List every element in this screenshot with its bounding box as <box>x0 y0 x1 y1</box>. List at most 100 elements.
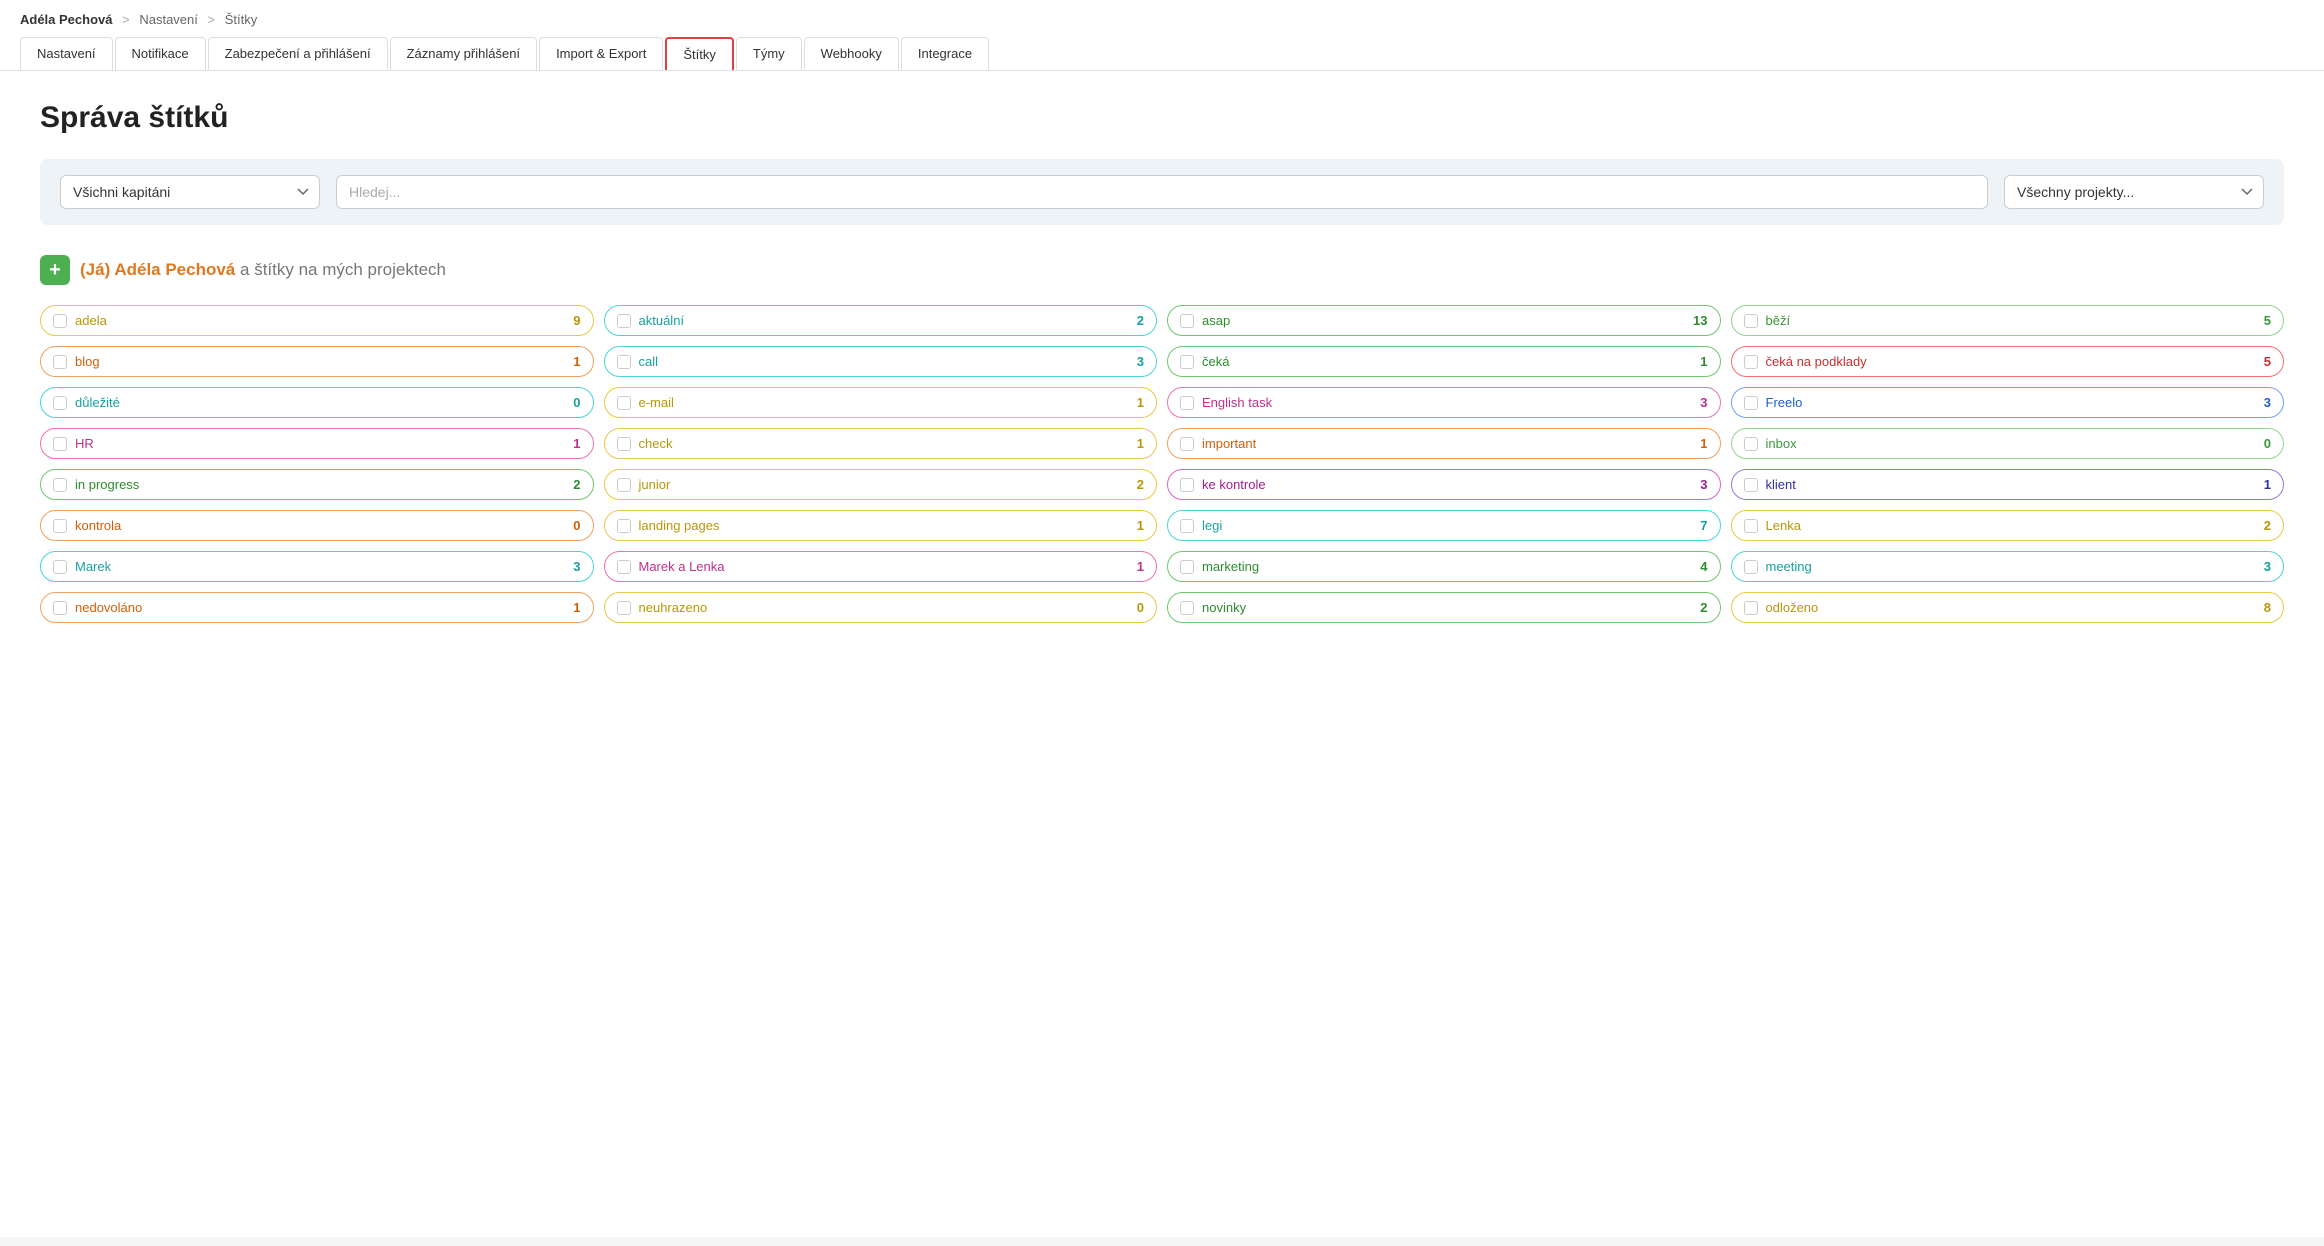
label-item[interactable]: adela9 <box>40 305 594 336</box>
breadcrumb-link1[interactable]: Nastavení <box>139 12 198 27</box>
label-checkbox[interactable] <box>1744 314 1758 328</box>
tab-notifikace[interactable]: Notifikace <box>115 37 206 70</box>
label-item[interactable]: legi7 <box>1167 510 1721 541</box>
label-name: landing pages <box>639 518 720 533</box>
label-item[interactable]: inbox0 <box>1731 428 2285 459</box>
label-checkbox[interactable] <box>53 519 67 533</box>
label-left: aktuální <box>617 313 685 328</box>
label-name: aktuální <box>639 313 685 328</box>
label-name: Marek a Lenka <box>639 559 725 574</box>
label-item[interactable]: blog1 <box>40 346 594 377</box>
captain-select[interactable]: Všichni kapitáni <box>60 175 320 209</box>
label-checkbox[interactable] <box>1180 437 1194 451</box>
label-checkbox[interactable] <box>617 519 631 533</box>
label-item[interactable]: čeká1 <box>1167 346 1721 377</box>
tab-týmy[interactable]: Týmy <box>736 37 802 70</box>
label-checkbox[interactable] <box>1180 478 1194 492</box>
label-checkbox[interactable] <box>617 355 631 369</box>
label-item[interactable]: Marek a Lenka1 <box>604 551 1158 582</box>
label-checkbox[interactable] <box>1180 396 1194 410</box>
label-name: novinky <box>1202 600 1246 615</box>
label-item[interactable]: HR 1 <box>40 428 594 459</box>
tab-import-&-export[interactable]: Import & Export <box>539 37 663 70</box>
label-item[interactable]: aktuální2 <box>604 305 1158 336</box>
label-checkbox[interactable] <box>53 314 67 328</box>
label-checkbox[interactable] <box>1180 355 1194 369</box>
label-item[interactable]: marketing4 <box>1167 551 1721 582</box>
label-checkbox[interactable] <box>53 355 67 369</box>
label-item[interactable]: nedovoláno1 <box>40 592 594 623</box>
label-name: check <box>639 436 673 451</box>
label-item[interactable]: asap13 <box>1167 305 1721 336</box>
label-item[interactable]: odloženo8 <box>1731 592 2285 623</box>
label-checkbox[interactable] <box>617 437 631 451</box>
label-left: English task <box>1180 395 1272 410</box>
label-left: důležité <box>53 395 120 410</box>
tab-nastavení[interactable]: Nastavení <box>20 37 113 70</box>
label-count: 1 <box>573 436 580 451</box>
label-count: 0 <box>2264 436 2271 451</box>
breadcrumb-sep2: > <box>208 12 216 27</box>
label-item[interactable]: check1 <box>604 428 1158 459</box>
label-checkbox[interactable] <box>1744 355 1758 369</box>
label-item[interactable]: Freelo3 <box>1731 387 2285 418</box>
label-checkbox[interactable] <box>1180 601 1194 615</box>
label-item[interactable]: běží5 <box>1731 305 2285 336</box>
label-checkbox[interactable] <box>53 601 67 615</box>
label-left: HR <box>53 436 94 451</box>
label-item[interactable]: junior2 <box>604 469 1158 500</box>
label-count: 0 <box>573 518 580 533</box>
label-left: čeká <box>1180 354 1229 369</box>
label-left: odloženo <box>1744 600 1819 615</box>
label-checkbox[interactable] <box>53 437 67 451</box>
label-item[interactable]: Marek3 <box>40 551 594 582</box>
label-item[interactable]: kontrola0 <box>40 510 594 541</box>
label-checkbox[interactable] <box>1744 478 1758 492</box>
label-item[interactable]: call3 <box>604 346 1158 377</box>
tab-štítky[interactable]: Štítky <box>665 37 734 70</box>
label-item[interactable]: e-mail1 <box>604 387 1158 418</box>
label-item[interactable]: meeting3 <box>1731 551 2285 582</box>
label-count: 1 <box>1137 518 1144 533</box>
label-checkbox[interactable] <box>617 478 631 492</box>
label-checkbox[interactable] <box>1180 314 1194 328</box>
label-checkbox[interactable] <box>617 314 631 328</box>
label-item[interactable]: ke kontrole3 <box>1167 469 1721 500</box>
label-item[interactable]: neuhrazeno0 <box>604 592 1158 623</box>
label-checkbox[interactable] <box>1744 560 1758 574</box>
project-select[interactable]: Všechny projekty... <box>2004 175 2264 209</box>
label-checkbox[interactable] <box>53 396 67 410</box>
label-checkbox[interactable] <box>617 601 631 615</box>
label-checkbox[interactable] <box>1744 601 1758 615</box>
tab-integrace[interactable]: Integrace <box>901 37 989 70</box>
label-item[interactable]: klient1 <box>1731 469 2285 500</box>
label-checkbox[interactable] <box>1180 560 1194 574</box>
label-checkbox[interactable] <box>53 560 67 574</box>
search-input[interactable] <box>336 175 1988 209</box>
label-checkbox[interactable] <box>53 478 67 492</box>
add-label-button[interactable]: + <box>40 255 70 285</box>
label-checkbox[interactable] <box>617 560 631 574</box>
label-item[interactable]: in progress2 <box>40 469 594 500</box>
label-checkbox[interactable] <box>1744 519 1758 533</box>
label-item[interactable]: important1 <box>1167 428 1721 459</box>
tab-webhooky[interactable]: Webhooky <box>804 37 899 70</box>
label-checkbox[interactable] <box>617 396 631 410</box>
label-checkbox[interactable] <box>1744 396 1758 410</box>
label-count: 2 <box>573 477 580 492</box>
label-left: neuhrazeno <box>617 600 708 615</box>
tab-záznamy-přihlášení[interactable]: Záznamy přihlášení <box>390 37 537 70</box>
label-left: ke kontrole <box>1180 477 1266 492</box>
label-checkbox[interactable] <box>1180 519 1194 533</box>
label-count: 1 <box>573 600 580 615</box>
breadcrumb-user[interactable]: Adéla Pechová <box>20 12 113 27</box>
label-item[interactable]: důležité0 <box>40 387 594 418</box>
tab-zabezpečení-a-přihlášení[interactable]: Zabezpečení a přihlášení <box>208 37 388 70</box>
label-item[interactable]: landing pages 1 <box>604 510 1158 541</box>
label-item[interactable]: čeká na podklady5 <box>1731 346 2285 377</box>
label-item[interactable]: Lenka2 <box>1731 510 2285 541</box>
label-left: e-mail <box>617 395 674 410</box>
label-item[interactable]: novinky2 <box>1167 592 1721 623</box>
label-item[interactable]: English task3 <box>1167 387 1721 418</box>
label-checkbox[interactable] <box>1744 437 1758 451</box>
